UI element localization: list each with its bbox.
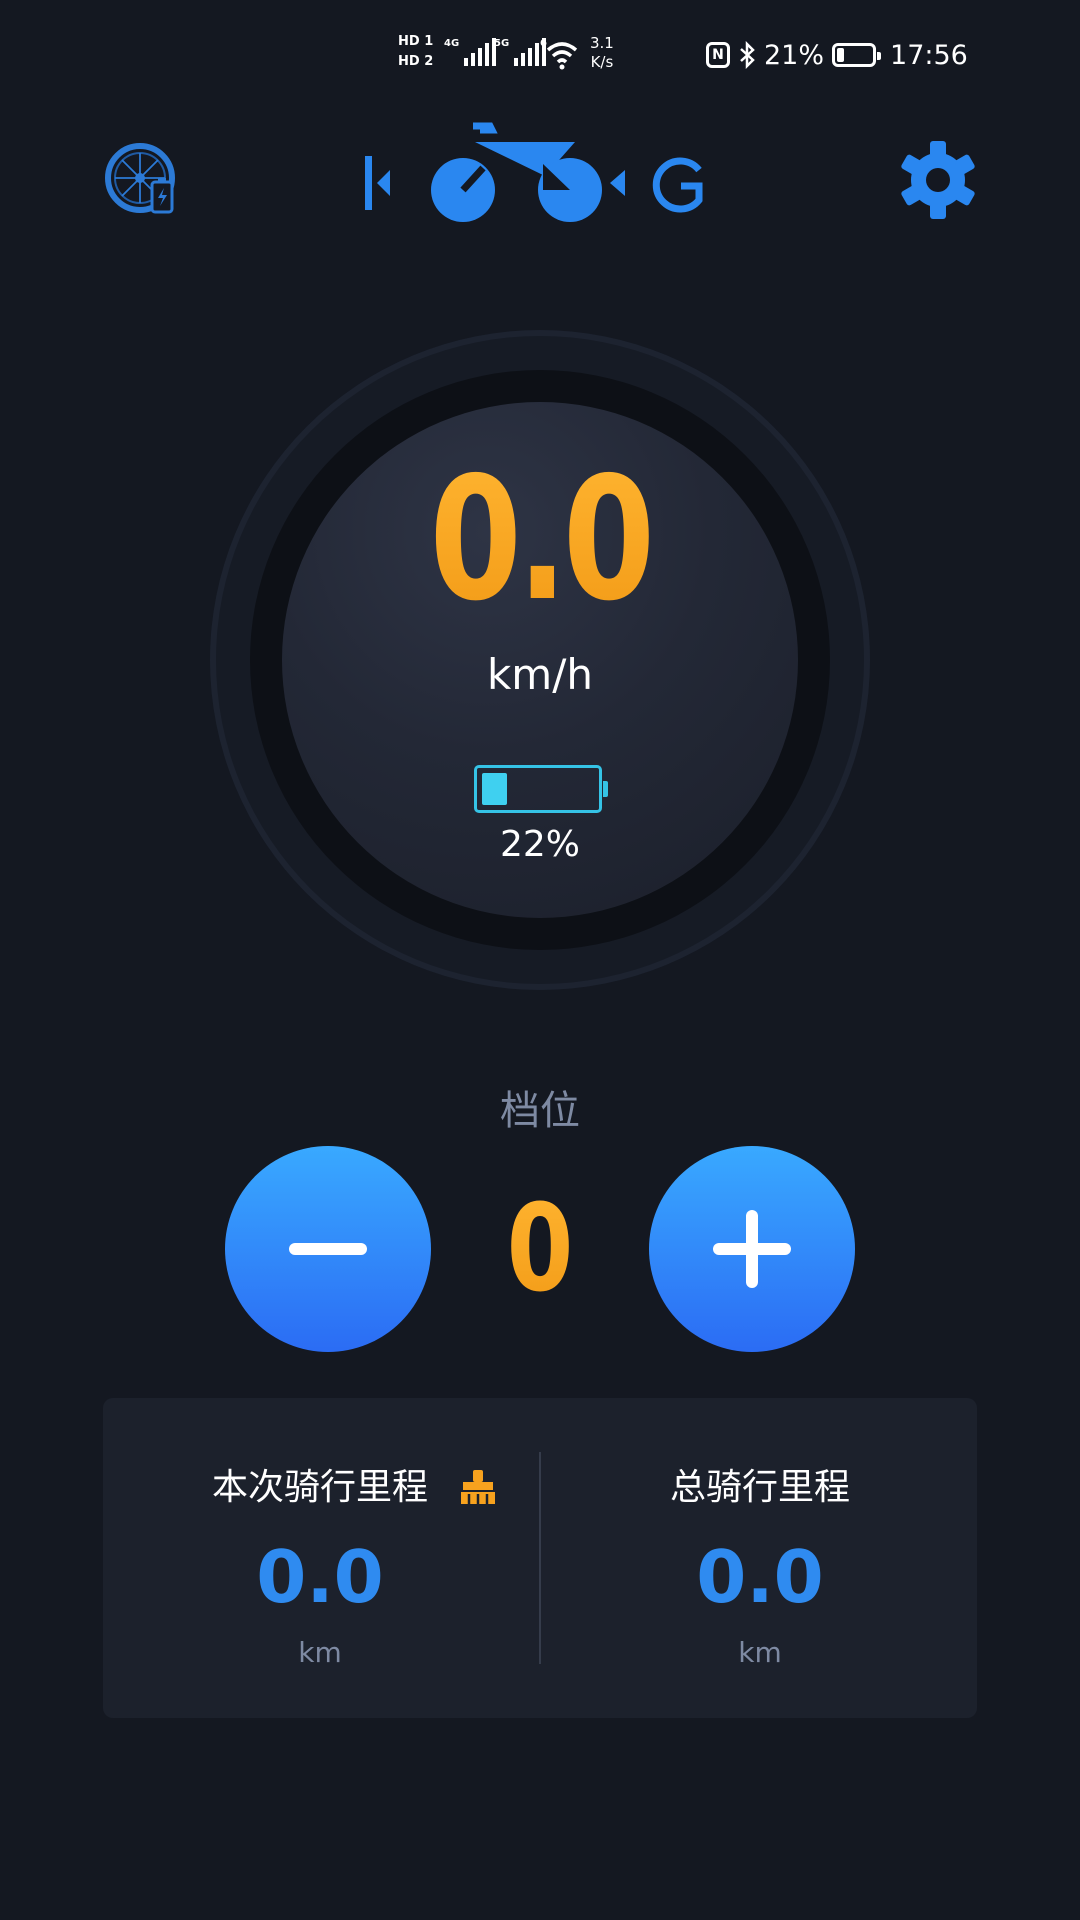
- net2-label: 5G: [494, 38, 510, 49]
- nfc-icon: N: [706, 42, 730, 68]
- battery-fill: [837, 48, 845, 62]
- ebike-battery-icon: [474, 765, 608, 813]
- ebike-battery-fill: [482, 773, 507, 805]
- wifi-icon: 6: [540, 38, 578, 70]
- speed-value: 0.0: [384, 445, 696, 635]
- status-right: N 21% 17:56: [706, 38, 968, 72]
- settings-gear-icon[interactable]: [898, 140, 978, 220]
- network-speed: 3.1 K/s: [590, 34, 614, 72]
- hd1-label: HD 1: [398, 34, 434, 49]
- total-mileage-title: 总骑行里程: [669, 1467, 850, 1508]
- wheel-battery-icon[interactable]: [104, 142, 182, 220]
- speed-unit: km/h: [486, 650, 593, 699]
- ebike-battery-percent: 22%: [499, 824, 580, 865]
- net1-label: 4G: [444, 38, 460, 49]
- trip-mileage-title: 本次骑行里程: [211, 1467, 428, 1508]
- total-mileage-unit: km: [738, 1636, 782, 1669]
- hd-indicator: HD 1 HD 2: [398, 32, 438, 72]
- signal-1-icon: 4G: [444, 38, 497, 66]
- battery-icon: [832, 43, 882, 67]
- clock: 17:56: [890, 39, 968, 71]
- battery-percent: 21%: [764, 39, 825, 71]
- trip-mileage-value: 0.0: [256, 1535, 384, 1619]
- speed-unit: K/s: [590, 53, 614, 71]
- trip-mileage-unit: km: [298, 1636, 342, 1669]
- brand-logo: [365, 122, 703, 222]
- plus-icon-vertical: [746, 1210, 758, 1288]
- broom-icon[interactable]: [458, 1468, 498, 1506]
- status-bar: HD 1 HD 2 4G 5G 6 3.1 K/s N 21% 17:56: [0, 30, 1080, 80]
- signal-2-icon: 5G: [494, 38, 547, 66]
- minus-icon: [289, 1243, 367, 1255]
- total-mileage-value: 0.0: [696, 1535, 824, 1619]
- gear-up-button[interactable]: [649, 1146, 855, 1352]
- wifi-label: 6: [540, 38, 547, 49]
- speed-value: 3.1: [590, 34, 614, 52]
- gear-down-button[interactable]: [225, 1146, 431, 1352]
- gear-label: 档位: [500, 1088, 580, 1134]
- hd2-label: HD 2: [398, 54, 434, 69]
- bluetooth-icon: [740, 41, 755, 69]
- gear-value: 0: [484, 1180, 596, 1320]
- mileage-divider: [539, 1452, 541, 1664]
